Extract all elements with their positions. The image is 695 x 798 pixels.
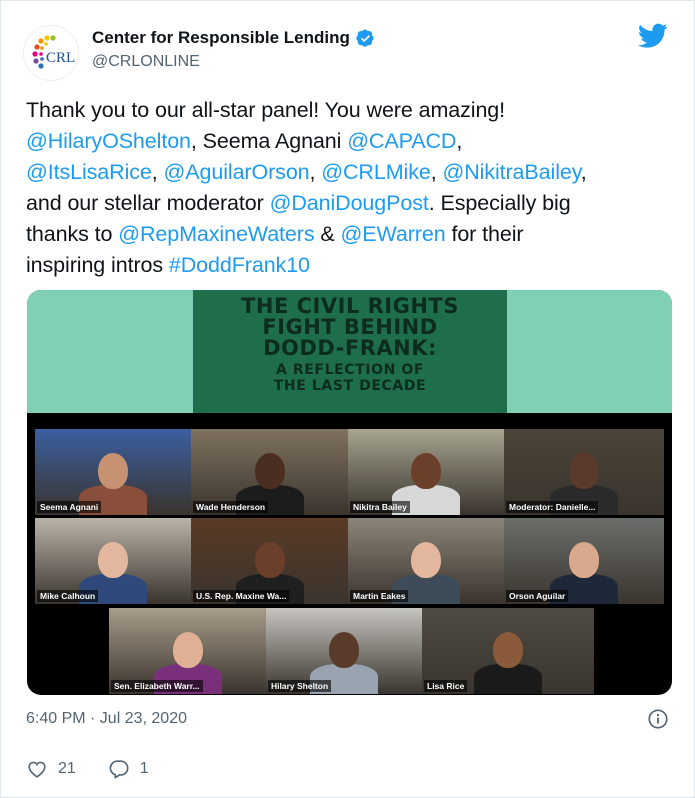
participant-video-tile: Lisa Rice	[422, 608, 594, 694]
tweet-text-segment: ,	[430, 160, 443, 184]
tweet-text-segment: Thank you to our all-star panel! You wer…	[26, 98, 506, 122]
reply-button[interactable]: 1	[108, 758, 149, 780]
tweet-text-segment: and our stellar moderator	[26, 191, 270, 215]
info-icon[interactable]	[647, 708, 669, 730]
tweet-text-segment: &	[314, 222, 341, 246]
author-name[interactable]: Center for Responsible Lending	[92, 28, 375, 48]
avatar[interactable]: CRL	[23, 25, 79, 81]
participant-name-label: Hilary Shelton	[268, 680, 332, 692]
tweet-text-segment: ,	[456, 129, 463, 153]
participant-name-label: Mike Calhoun	[37, 590, 99, 602]
participant-video-tile: Sen. Elizabeth Warr...	[109, 608, 266, 694]
tweet-text: Thank you to our all-star panel! You wer…	[26, 95, 676, 281]
participant-body	[474, 664, 542, 694]
participant-video-tile: Nikitra Bailey	[348, 429, 504, 515]
participant-video-tile: Martin Eakes	[348, 518, 504, 604]
participant-name-label: Martin Eakes	[350, 590, 409, 602]
tweet-text-segment: thanks to	[26, 222, 119, 246]
participant-face	[254, 453, 285, 489]
participant-video-tile: U.S. Rep. Maxine Wa...	[191, 518, 348, 604]
participant-face	[569, 542, 599, 578]
tweet-text-segment: ,	[151, 160, 164, 184]
participant-name-label: Moderator: Danielle...	[506, 501, 599, 513]
participant-video-tile: Moderator: Danielle...	[504, 429, 664, 515]
author-handle[interactable]: @CRLONLINE	[92, 53, 200, 71]
twitter-bird-icon[interactable]	[638, 23, 668, 49]
tweet-text-segment: , Seema Agnani	[190, 129, 348, 153]
participant-face	[172, 632, 203, 668]
participant-video-tile: Mike Calhoun	[35, 518, 191, 604]
tweet-media[interactable]: THE CIVIL RIGHTS FIGHT BEHIND DODD-FRANK…	[27, 290, 672, 695]
participant-face	[493, 632, 523, 668]
tweet-text-segment: ,	[309, 160, 322, 184]
tweet-text-segment: for their	[445, 222, 524, 246]
participant-name-label: Nikitra Bailey	[350, 501, 410, 513]
crl-logo-icon: CRL	[32, 35, 75, 69]
mention-link[interactable]: @EWarren	[341, 222, 446, 246]
event-poster: THE CIVIL RIGHTS FIGHT BEHIND DODD-FRANK…	[193, 290, 507, 413]
reply-bubble-icon	[109, 760, 129, 779]
participant-video-tile: Wade Henderson	[191, 429, 348, 515]
participant-video-tile: Seema Agnani	[35, 429, 191, 515]
participant-face	[98, 542, 128, 578]
like-count: 21	[58, 760, 76, 777]
mention-link[interactable]: @CAPACD	[347, 129, 456, 153]
participant-name-label: U.S. Rep. Maxine Wa...	[193, 590, 290, 602]
tweet-text-segment: inspiring intros	[26, 253, 169, 277]
participant-face	[98, 453, 128, 489]
tweet-timestamp[interactable]: 6:40 PM · Jul 23, 2020	[26, 710, 187, 728]
like-button[interactable]: 21	[26, 758, 76, 780]
mention-link[interactable]: @NikitraBailey	[442, 160, 580, 184]
participant-face	[569, 453, 599, 489]
participant-face	[254, 542, 285, 578]
mention-link[interactable]: @RepMaxineWaters	[118, 222, 314, 246]
participant-name-label: Seema Agnani	[37, 501, 102, 513]
participant-face	[329, 632, 359, 668]
mention-link[interactable]: @CRLMike	[321, 160, 431, 184]
mention-link[interactable]: @ItsLisaRice	[26, 160, 152, 184]
mention-link[interactable]: @DaniDougPost	[270, 191, 429, 215]
participant-video-tile: Orson Aguilar	[504, 518, 664, 604]
poster-title: THE CIVIL RIGHTS FIGHT BEHIND DODD-FRANK…	[241, 294, 459, 360]
participant-name-label: Orson Aguilar	[506, 590, 569, 602]
svg-text:CRL: CRL	[46, 50, 75, 66]
hashtag-link[interactable]: #DoddFrank10	[169, 253, 310, 277]
tweet-text-segment: ,	[580, 160, 587, 184]
participant-name-label: Lisa Rice	[424, 680, 468, 692]
participant-name-label: Wade Henderson	[193, 501, 269, 513]
reply-count: 1	[139, 760, 149, 777]
tweet-card: CRL Center for Responsible Lending @CRLO…	[0, 0, 695, 798]
verified-badge-icon	[356, 28, 374, 47]
participant-face	[411, 542, 441, 578]
poster-subtitle: A REFLECTION OF THE LAST DECADE	[273, 362, 427, 394]
mention-link[interactable]: @HilaryOShelton	[26, 129, 191, 153]
heart-icon	[28, 761, 46, 778]
participant-face	[411, 453, 441, 489]
participant-name-label: Sen. Elizabeth Warr...	[111, 680, 203, 692]
tweet-text-segment: . Especially big	[428, 191, 571, 215]
participant-video-tile: Hilary Shelton	[266, 608, 422, 694]
mention-link[interactable]: @AguilarOrson	[164, 160, 310, 184]
tweet-actions: 21 1	[26, 758, 181, 780]
